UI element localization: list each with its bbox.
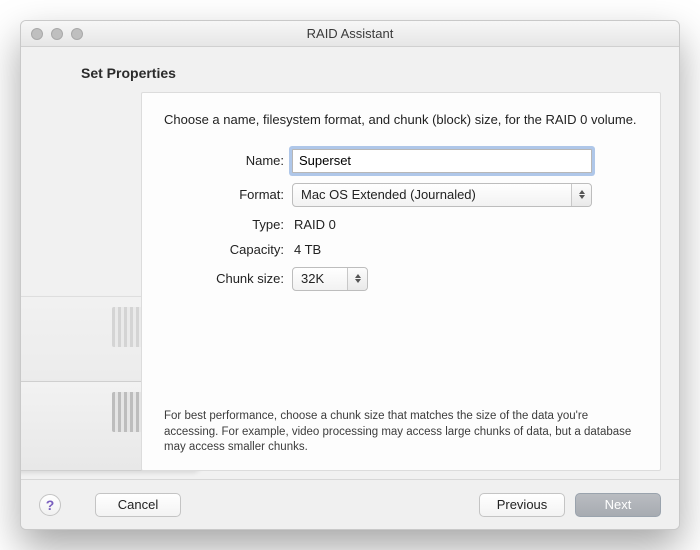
properties-form: Name: Format: Mac OS Extended (Journaled… [164,149,638,291]
name-input[interactable] [292,149,592,173]
format-select[interactable]: Mac OS Extended (Journaled) [292,183,592,207]
type-label: Type: [164,217,284,232]
next-button[interactable]: Next [575,493,661,517]
chunk-size-select[interactable]: 32K [292,267,368,291]
window-title: RAID Assistant [21,26,679,41]
help-icon: ? [46,497,55,513]
page-heading: Set Properties [81,65,176,81]
type-value: RAID 0 [292,217,638,232]
properties-panel: Choose a name, filesystem format, and ch… [141,92,661,471]
name-label: Name: [164,153,284,168]
chevron-updown-icon [571,184,591,206]
footnote-text: For best performance, choose a chunk siz… [164,409,638,456]
chunk-size-value: 32K [301,271,324,286]
description-text: Choose a name, filesystem format, and ch… [164,111,638,129]
capacity-value: 4 TB [292,242,638,257]
format-value: Mac OS Extended (Journaled) [301,187,476,202]
titlebar: RAID Assistant [21,21,679,47]
previous-button[interactable]: Previous [479,493,565,517]
chunk-label: Chunk size: [164,271,284,286]
capacity-label: Capacity: [164,242,284,257]
content-area: Set Properties Choose a name, filesystem… [21,47,679,529]
cancel-button[interactable]: Cancel [95,493,181,517]
chevron-updown-icon [347,268,367,290]
raid-assistant-window: RAID Assistant Set Properties Choose a n… [20,20,680,530]
help-button[interactable]: ? [39,494,61,516]
format-label: Format: [164,187,284,202]
footer-bar: ? Cancel Previous Next [21,479,679,529]
